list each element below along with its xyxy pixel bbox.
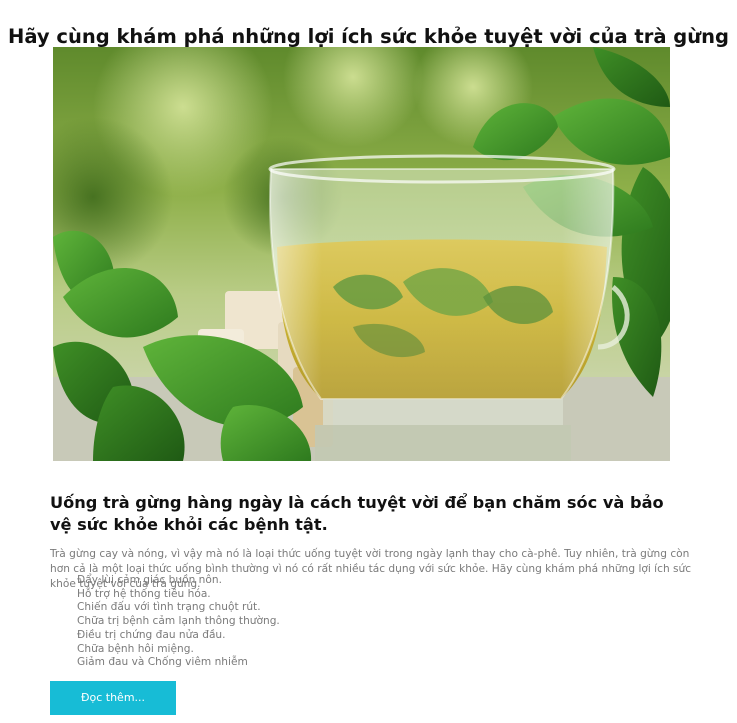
article-subtitle: Uống trà gừng hàng ngày là cách tuyệt vờ…	[50, 493, 664, 535]
hero-image	[53, 47, 670, 461]
list-item: Chữa trị bệnh cảm lạnh thông thường.	[77, 615, 280, 628]
list-item: Chữa bệnh hôi miệng.	[77, 642, 194, 655]
list-item: Chiến đấu với tình trạng chuột rút.	[77, 601, 261, 614]
list-item: Đẩy lùi cảm giác buồn nôn.	[77, 574, 222, 586]
ginger-tea-photo	[53, 47, 670, 461]
list-item: Giảm đau và Chống viêm nhiễm	[77, 656, 248, 669]
list-item: Điều trị chứng đau nửa đầu.	[77, 628, 226, 641]
list-item: Hỗ trợ hệ thống tiêu hóa.	[77, 587, 211, 600]
read-more-button[interactable]: Đọc thêm...	[50, 681, 176, 715]
benefits-list: Đẩy lùi cảm giác buồn nôn. Hỗ trợ hệ thố…	[77, 574, 280, 670]
